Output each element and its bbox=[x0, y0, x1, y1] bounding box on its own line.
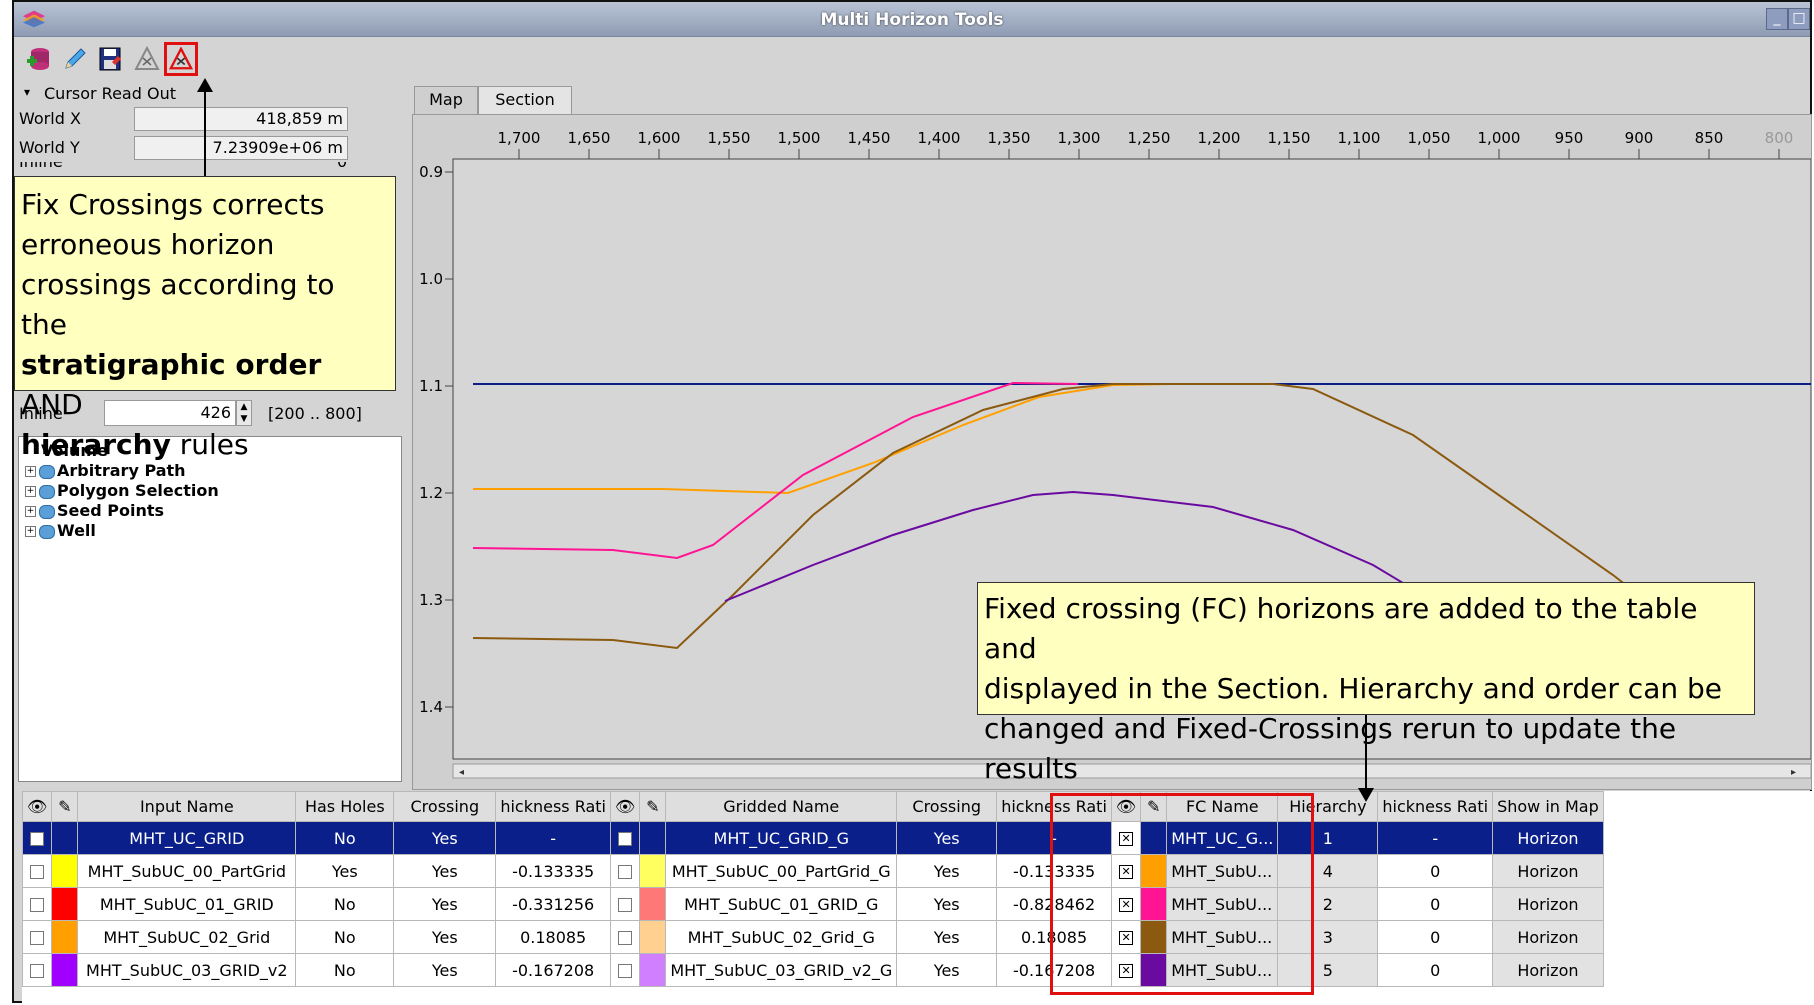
callout-line: hierarchy rules bbox=[21, 428, 249, 461]
callout-line: Fixed crossing (FC) horizons are added t… bbox=[984, 592, 1698, 665]
fix-crossings-callout: Fix Crossings corrects erroneous horizon… bbox=[14, 176, 396, 461]
callout-line: displayed in the Section. Hierarchy and … bbox=[984, 672, 1723, 705]
callout-line: Fix Crossings corrects bbox=[21, 188, 325, 221]
annotation-arrows bbox=[197, 78, 1374, 802]
callout-line: erroneous horizon bbox=[21, 228, 275, 261]
fixed-crossing-callout: Fixed crossing (FC) horizons are added t… bbox=[977, 582, 1755, 785]
callout-line: stratigraphic order AND bbox=[21, 348, 322, 421]
callout-line: changed and Fixed-Crossings rerun to upd… bbox=[984, 712, 1677, 785]
callout-line: crossings according to the bbox=[21, 268, 335, 341]
